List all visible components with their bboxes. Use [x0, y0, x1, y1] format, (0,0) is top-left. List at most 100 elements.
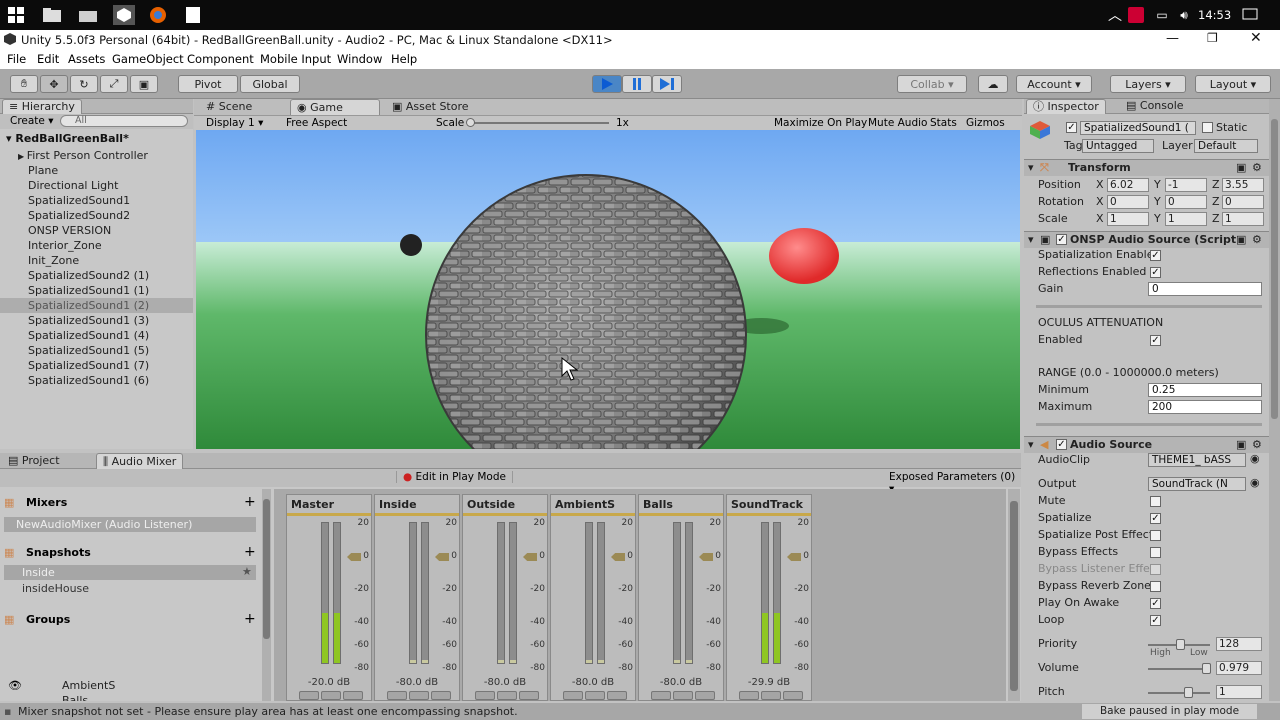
cloud-icon[interactable]: ☁︎	[978, 75, 1008, 93]
clock[interactable]: 14:53	[1198, 8, 1231, 22]
hierarchy-item[interactable]: ▶ First Person Controller	[18, 148, 148, 163]
close-icon[interactable]: ✕	[1250, 30, 1262, 46]
hierarchy-item[interactable]: Interior_Zone	[28, 238, 102, 253]
chevron-up-icon[interactable]: ︿	[1105, 5, 1125, 25]
hierarchy-item[interactable]: ONSP VERSION	[28, 223, 111, 238]
hierarchy-item[interactable]: Plane	[28, 163, 58, 178]
hierarchy-item[interactable]: SpatializedSound1	[28, 193, 130, 208]
menu-mobile-input[interactable]: Mobile Input	[260, 52, 331, 66]
hierarchy-item[interactable]: Directional Light	[28, 178, 118, 193]
bypass-listener-checkbox[interactable]	[1150, 564, 1161, 575]
volume-fader-handle[interactable]	[435, 553, 449, 561]
hierarchy-item[interactable]: Init_Zone	[28, 253, 79, 268]
scale-slider[interactable]	[469, 122, 609, 124]
gear-icon[interactable]: ⚙	[1252, 232, 1262, 248]
tab-scene[interactable]: # Scene	[200, 99, 258, 115]
spatialization-checkbox[interactable]: ✓	[1150, 250, 1161, 261]
minimum-input[interactable]: 0.25	[1148, 383, 1262, 397]
tab-console[interactable]: ▤ Console	[1120, 99, 1190, 114]
volume-fader-handle[interactable]	[523, 553, 537, 561]
mute-button[interactable]	[585, 691, 605, 700]
rotation-x-field[interactable]: 0	[1107, 195, 1149, 209]
object-picker-icon[interactable]: ◉	[1250, 476, 1260, 489]
audio-source-header[interactable]: ▾ ◀ ✓ Audio Source ▣ ⚙	[1024, 436, 1269, 453]
menu-edit[interactable]: Edit	[37, 52, 59, 66]
create-dropdown[interactable]: Create ▾	[10, 115, 54, 127]
spatialize-checkbox[interactable]: ✓	[1150, 513, 1161, 524]
eye-icon[interactable]: 👁︎	[8, 679, 22, 692]
group-item[interactable]: AmbientS	[62, 679, 115, 692]
priority-slider-thumb[interactable]	[1176, 639, 1185, 650]
folder-icon[interactable]	[78, 5, 98, 25]
pivot-toggle[interactable]: Pivot	[178, 75, 238, 93]
mixer-sidebar-scrollbar[interactable]	[262, 489, 271, 701]
play-button[interactable]	[592, 75, 622, 93]
hierarchy-item[interactable]: SpatializedSound1 (1)	[28, 283, 149, 298]
tag-dropdown[interactable]: Untagged	[1082, 139, 1154, 153]
inspector-scrollbar-thumb[interactable]	[1271, 119, 1278, 419]
play-on-awake-checkbox[interactable]: ✓	[1150, 598, 1161, 609]
volume-fader-handle[interactable]	[699, 553, 713, 561]
star-icon[interactable]: ★	[242, 565, 252, 578]
solo-button[interactable]	[387, 691, 407, 700]
volume-slider[interactable]	[1148, 668, 1210, 670]
rect-tool-icon[interactable]: ▣	[130, 75, 158, 93]
pitch-input[interactable]: 1	[1216, 685, 1262, 699]
solo-button[interactable]	[299, 691, 319, 700]
bypass-reverb-checkbox[interactable]	[1150, 581, 1161, 592]
rotation-y-field[interactable]: 0	[1165, 195, 1207, 209]
bypass-button[interactable]	[343, 691, 363, 700]
scale-x-field[interactable]: 1	[1107, 212, 1149, 226]
bypass-button[interactable]	[695, 691, 715, 700]
onsp-enabled-checkbox[interactable]: ✓	[1056, 234, 1067, 245]
tab-inspector[interactable]: ⓘ Inspector	[1026, 99, 1106, 114]
tab-project[interactable]: ▤ Project	[2, 453, 66, 469]
rotate-tool-icon[interactable]: ↻	[70, 75, 98, 93]
collab-dropdown[interactable]: Collab ▾	[897, 75, 967, 93]
gain-input[interactable]: 0	[1148, 282, 1262, 296]
volume-icon[interactable]: 🔊︎	[1174, 5, 1194, 25]
mute-button[interactable]	[321, 691, 341, 700]
scale-slider-thumb[interactable]	[466, 118, 475, 127]
tab-audio-mixer[interactable]: ⫼ Audio Mixer	[96, 453, 184, 469]
hierarchy-item[interactable]: SpatializedSound1 (6)	[28, 373, 149, 388]
pause-button[interactable]	[622, 75, 652, 93]
maximize-on-play-toggle[interactable]: Maximize On Play	[774, 117, 867, 129]
audioclip-field[interactable]: THEME1_ bASS	[1148, 453, 1246, 467]
volume-fader-handle[interactable]	[611, 553, 625, 561]
hierarchy-item[interactable]: SpatializedSound1 (7)	[28, 358, 149, 373]
solo-button[interactable]	[651, 691, 671, 700]
pitch-slider-thumb[interactable]	[1184, 687, 1193, 698]
bypass-button[interactable]	[519, 691, 539, 700]
solo-button[interactable]	[563, 691, 583, 700]
object-name-input[interactable]: SpatializedSound1 (	[1080, 121, 1196, 135]
scene-root[interactable]: ▾ RedBallGreenBall*	[6, 132, 129, 145]
bypass-effects-checkbox[interactable]	[1150, 547, 1161, 558]
position-z-field[interactable]: 3.55	[1222, 178, 1264, 192]
move-tool-icon[interactable]: ✥	[40, 75, 68, 93]
file-explorer-icon[interactable]	[42, 5, 62, 25]
bypass-button[interactable]	[431, 691, 451, 700]
expand-arrow-icon[interactable]: ▶	[18, 152, 27, 161]
account-dropdown[interactable]: Account ▾	[1016, 75, 1092, 93]
volume-fader-handle[interactable]	[347, 553, 361, 561]
mixer-scrollbar-thumb[interactable]	[1010, 501, 1018, 691]
add-snapshot-icon[interactable]: +	[244, 544, 256, 560]
scale-y-field[interactable]: 1	[1165, 212, 1207, 226]
notifications-icon[interactable]	[1240, 5, 1260, 25]
tab-hierarchy[interactable]: ≡ Hierarchy	[2, 99, 82, 114]
mute-button[interactable]	[673, 691, 693, 700]
position-y-field[interactable]: -1	[1165, 178, 1207, 192]
active-checkbox[interactable]: ✓	[1066, 122, 1077, 133]
gear-icon[interactable]: ⚙	[1252, 160, 1262, 176]
scale-z-field[interactable]: 1	[1222, 212, 1264, 226]
help-icon[interactable]: ▣	[1236, 232, 1246, 248]
snapshot-item[interactable]: Inside	[4, 565, 256, 580]
game-viewport[interactable]	[196, 130, 1020, 449]
onsp-header[interactable]: ▾ ▣ ✓ ONSP Audio Source (Script ▣ ⚙	[1024, 231, 1269, 248]
bypass-button[interactable]	[607, 691, 627, 700]
static-checkbox[interactable]	[1202, 122, 1213, 133]
bypass-button[interactable]	[783, 691, 803, 700]
status-message[interactable]: Mixer snapshot not set - Please ensure p…	[18, 703, 518, 720]
tab-game[interactable]: ◉ Game	[290, 99, 380, 115]
